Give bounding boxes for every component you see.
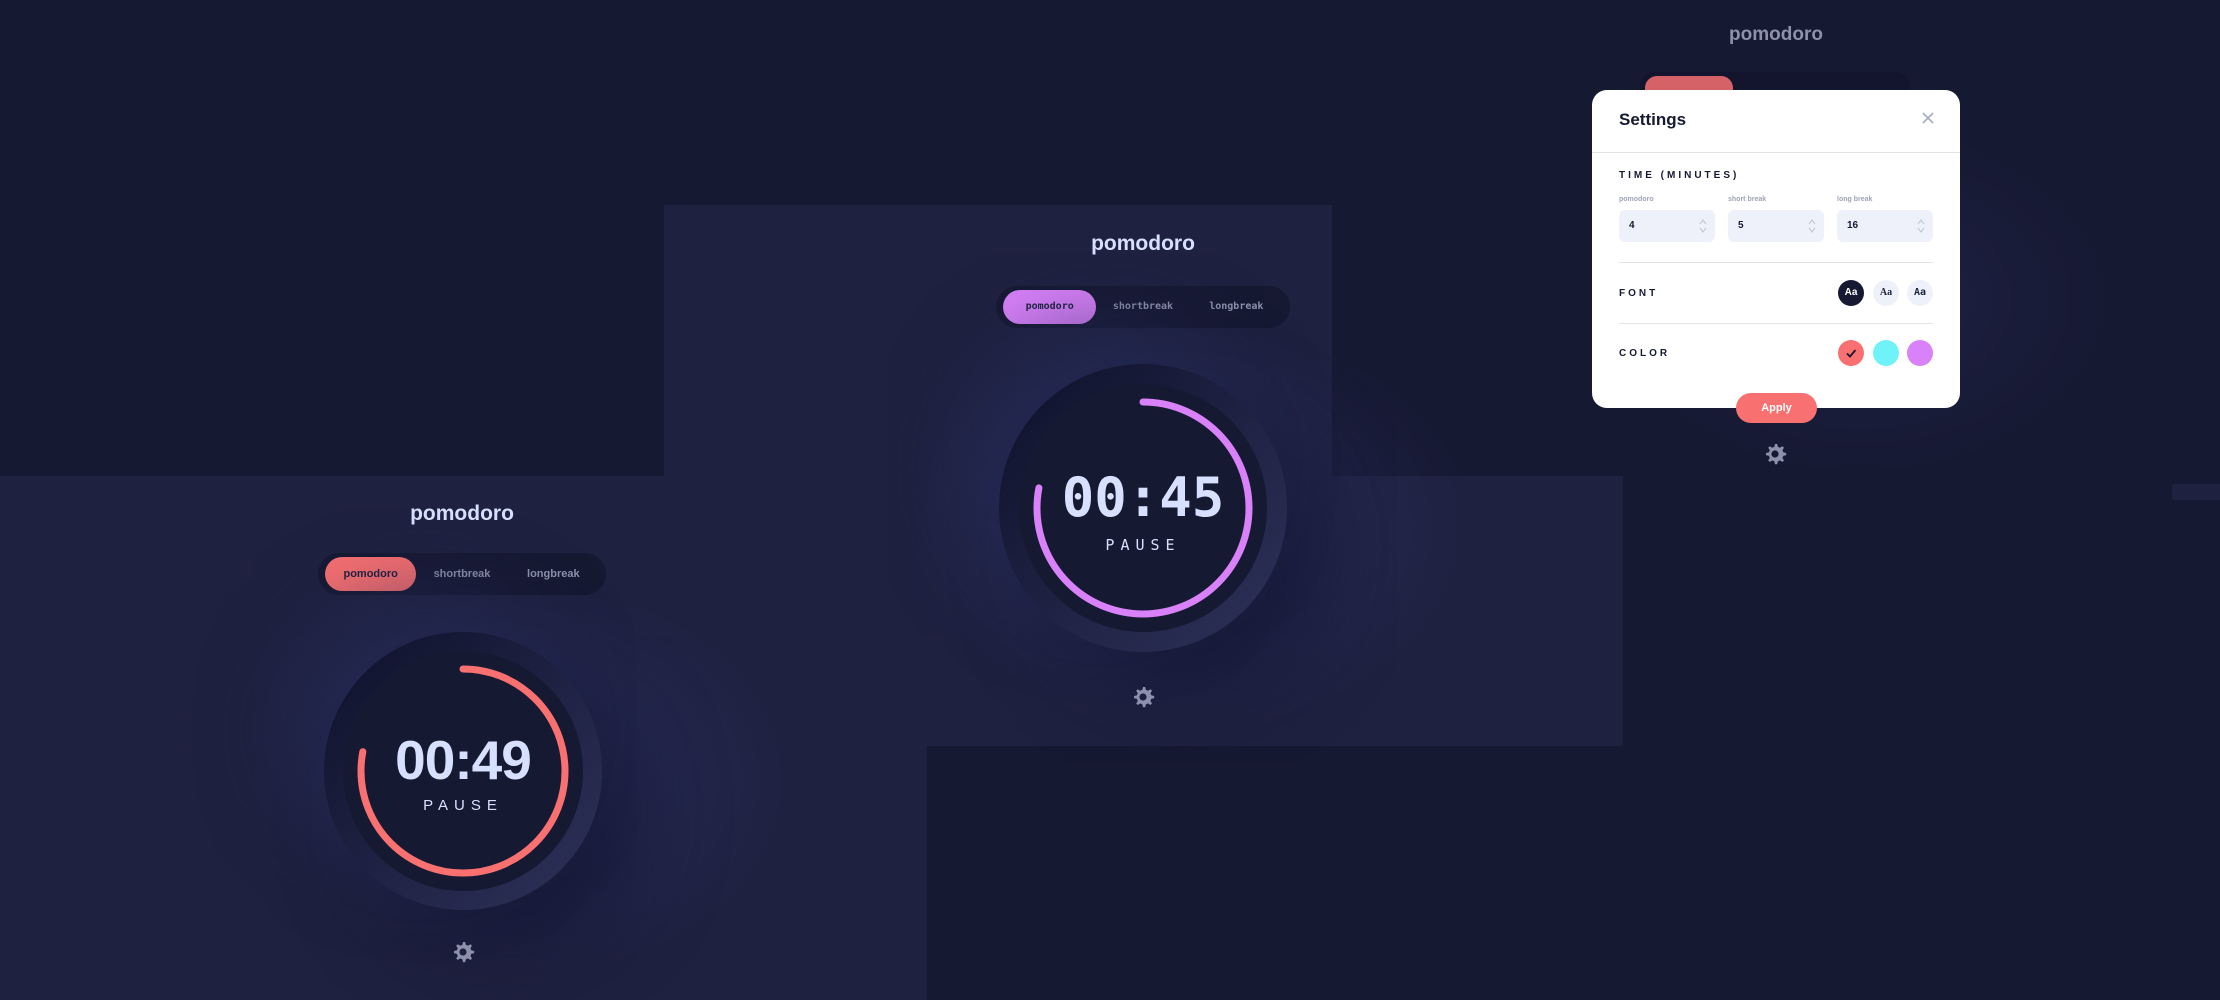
timer-dial[interactable]: 00:45 PAUSE <box>999 364 1287 652</box>
timer-display: 00:45 <box>1061 466 1225 529</box>
stepper-arrows-icon[interactable] <box>1808 218 1816 234</box>
stepper-arrows-icon[interactable] <box>1699 218 1707 234</box>
close-icon[interactable] <box>1922 112 1934 124</box>
font-section-label: FONT <box>1619 288 1659 299</box>
pomodoro-field-label: pomodoro <box>1619 196 1654 203</box>
mode-tabs: pomodoro shortbreak longbreak <box>318 553 606 595</box>
stepper-arrows-icon[interactable] <box>1917 218 1925 234</box>
tab-longbreak[interactable]: longbreak <box>508 557 599 591</box>
divider <box>1619 262 1933 263</box>
tab-shortbreak[interactable]: shortbreak <box>416 557 507 591</box>
tab-shortbreak[interactable]: shortbreak <box>1096 290 1189 324</box>
color-option-purple[interactable] <box>1907 340 1933 366</box>
checkmark-icon <box>1846 349 1857 358</box>
mode-tabs: pomodoro shortbreak longbreak <box>996 286 1290 328</box>
long-break-minutes-value: 16 <box>1847 220 1859 231</box>
tab-longbreak[interactable]: longbreak <box>1190 290 1283 324</box>
edge-tab <box>2172 484 2220 500</box>
color-option-cyan[interactable] <box>1873 340 1899 366</box>
apply-button[interactable]: Apply <box>1736 393 1817 423</box>
pause-button[interactable]: PAUSE <box>324 797 602 814</box>
long-break-field-label: long break <box>1837 196 1873 203</box>
settings-gear-icon[interactable] <box>449 938 477 966</box>
tab-pomodoro[interactable]: pomodoro <box>325 557 417 591</box>
app-title: pomodoro <box>1729 24 1823 45</box>
short-break-field-label: short break <box>1728 196 1767 203</box>
divider <box>1619 323 1933 324</box>
pomodoro-minutes-input[interactable]: 4 <box>1619 210 1715 242</box>
short-break-minutes-input[interactable]: 5 <box>1728 210 1824 242</box>
timer-dial[interactable]: 00:49 PAUSE <box>324 632 602 910</box>
color-option-red[interactable] <box>1838 340 1864 366</box>
font-option-mono[interactable]: Aa <box>1907 280 1933 306</box>
font-option-serif[interactable]: Aa <box>1873 280 1899 306</box>
tab-pomodoro[interactable]: pomodoro <box>1003 290 1097 324</box>
pause-button[interactable]: PAUSE <box>999 536 1287 554</box>
settings-title: Settings <box>1619 110 1687 129</box>
settings-header: Settings <box>1592 90 1960 153</box>
pomodoro-minutes-value: 4 <box>1629 220 1635 231</box>
app-title: pomodoro <box>410 502 514 525</box>
long-break-minutes-input[interactable]: 16 <box>1837 210 1933 242</box>
timer-display: 00:49 <box>395 729 532 791</box>
settings-modal: Settings TIME (MINUTES) pomodoro 4 short… <box>1592 90 1960 408</box>
app-title: pomodoro <box>1091 232 1195 255</box>
short-break-minutes-value: 5 <box>1738 220 1744 231</box>
settings-gear-icon[interactable] <box>1129 683 1157 711</box>
time-section-label: TIME (MINUTES) <box>1619 170 1740 181</box>
color-section-label: COLOR <box>1619 348 1671 359</box>
font-option-sans[interactable]: Aa <box>1838 280 1864 306</box>
settings-gear-icon[interactable] <box>1761 440 1789 468</box>
